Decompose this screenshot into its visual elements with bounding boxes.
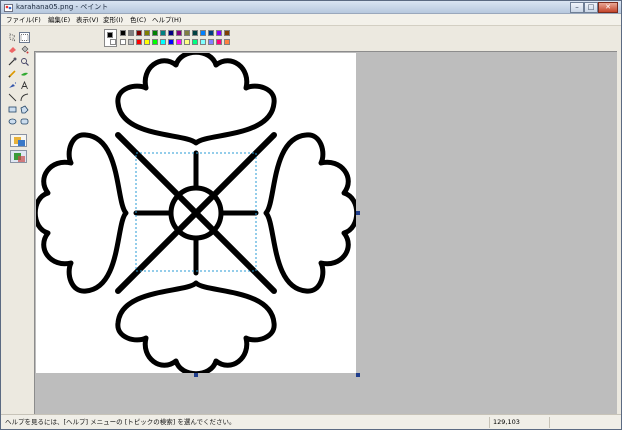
status-separator — [549, 417, 550, 428]
rectangle-tool[interactable] — [7, 104, 18, 115]
palette-swatch[interactable] — [144, 30, 150, 36]
transparent-selection-icon — [14, 153, 25, 162]
airbrush-tool[interactable] — [7, 80, 18, 91]
karahana-drawing — [36, 53, 356, 373]
ellipse-icon — [8, 118, 17, 125]
palette-swatch[interactable] — [216, 30, 222, 36]
background-color — [110, 39, 116, 45]
tool-box — [4, 28, 32, 408]
palette-swatch[interactable] — [120, 39, 126, 45]
canvas-workspace[interactable] — [34, 51, 617, 414]
free-select-icon — [9, 33, 17, 42]
cursor-coordinates: 129,103 — [493, 418, 520, 426]
palette-swatch[interactable] — [192, 39, 198, 45]
palette-swatch[interactable] — [136, 30, 142, 36]
current-colors[interactable] — [104, 29, 117, 47]
maximize-button[interactable]: □ — [584, 2, 598, 13]
curve-tool[interactable] — [19, 92, 30, 103]
palette-swatch[interactable] — [176, 39, 182, 45]
paint-app-icon — [4, 4, 13, 12]
canvas-resize-handle-right[interactable] — [356, 211, 360, 215]
paint-bucket-icon — [21, 45, 29, 54]
palette-swatch[interactable] — [224, 30, 230, 36]
palette-swatch[interactable] — [168, 30, 174, 36]
palette-swatch[interactable] — [160, 39, 166, 45]
status-separator — [489, 417, 490, 428]
canvas-resize-handle-bottom[interactable] — [194, 373, 198, 377]
rounded-rect-icon — [20, 118, 29, 125]
rounded-rect-tool[interactable] — [19, 116, 30, 127]
magnifier-tool[interactable] — [19, 56, 30, 67]
palette-swatch[interactable] — [120, 30, 126, 36]
palette-swatch[interactable] — [208, 39, 214, 45]
eraser-icon — [9, 47, 16, 53]
pencil-tool[interactable] — [7, 68, 18, 79]
line-tool[interactable] — [7, 92, 18, 103]
drawing-canvas[interactable] — [36, 53, 360, 377]
menu-colors[interactable]: 色(C) — [129, 15, 147, 25]
eyedropper-icon — [8, 57, 17, 66]
fill-tool[interactable] — [19, 44, 30, 55]
paint-window: karahana05.png - ペイント – □ ✕ ファイル(F) 編集(E… — [0, 0, 622, 430]
palette-swatch[interactable] — [216, 39, 222, 45]
line-icon — [8, 93, 17, 102]
palette-swatch[interactable] — [192, 30, 198, 36]
polygon-icon — [20, 105, 29, 114]
status-bar: ヘルプを見るには、[ヘルプ] メニューの [トピックの検索] を選んでください。… — [1, 414, 621, 429]
rectangle-icon — [8, 106, 17, 113]
opaque-selection-icon — [14, 137, 25, 146]
menu-edit[interactable]: 編集(E) — [47, 15, 71, 25]
transparent-mode-option[interactable] — [10, 150, 27, 163]
title-bar[interactable]: karahana05.png - ペイント – □ ✕ — [1, 1, 621, 14]
palette-swatch[interactable] — [200, 30, 206, 36]
canvas-resize-handle-corner[interactable] — [356, 373, 360, 377]
menu-file[interactable]: ファイル(F) — [5, 15, 42, 25]
palette-swatch[interactable] — [160, 30, 166, 36]
palette-swatch[interactable] — [152, 30, 158, 36]
minimize-button[interactable]: – — [570, 2, 584, 13]
menu-image[interactable]: 変形(I) — [102, 15, 124, 25]
close-button[interactable]: ✕ — [598, 2, 618, 13]
polygon-tool[interactable] — [19, 104, 30, 115]
palette-swatch[interactable] — [128, 30, 134, 36]
menu-help[interactable]: ヘルプ(H) — [151, 15, 182, 25]
palette-swatch[interactable] — [184, 30, 190, 36]
rect-select-tool[interactable] — [19, 32, 30, 43]
ellipse-tool[interactable] — [7, 116, 18, 127]
palette-swatch[interactable] — [168, 39, 174, 45]
brush-icon — [21, 72, 28, 76]
palette-swatch[interactable] — [136, 39, 142, 45]
rect-select-icon — [20, 34, 29, 41]
palette-swatch[interactable] — [176, 30, 182, 36]
text-a-icon — [21, 81, 28, 90]
palette-swatch[interactable] — [200, 39, 206, 45]
palette-swatch[interactable] — [152, 39, 158, 45]
pencil-icon — [8, 70, 16, 78]
text-tool[interactable] — [19, 80, 30, 91]
menu-bar: ファイル(F) 編集(E) 表示(V) 変形(I) 色(C) ヘルプ(H) — [1, 14, 621, 26]
foreground-color — [107, 32, 113, 38]
status-help-text: ヘルプを見るには、[ヘルプ] メニューの [トピックの検索] を選んでください。 — [5, 418, 236, 426]
magnifier-icon — [21, 58, 29, 66]
palette-swatch[interactable] — [184, 39, 190, 45]
curve-icon — [20, 93, 29, 102]
opaque-mode-option[interactable] — [10, 134, 27, 147]
window-title: karahana05.png - ペイント — [16, 3, 109, 11]
menu-view[interactable]: 表示(V) — [75, 15, 100, 25]
palette-swatch[interactable] — [224, 39, 230, 45]
palette-swatch[interactable] — [144, 39, 150, 45]
color-palette — [104, 29, 244, 49]
airbrush-icon — [9, 82, 17, 88]
color-picker-tool[interactable] — [7, 56, 18, 67]
eraser-tool[interactable] — [7, 44, 18, 55]
palette-swatch[interactable] — [128, 39, 134, 45]
free-select-tool[interactable] — [7, 32, 18, 43]
palette-swatch[interactable] — [208, 30, 214, 36]
brush-tool[interactable] — [19, 68, 30, 79]
